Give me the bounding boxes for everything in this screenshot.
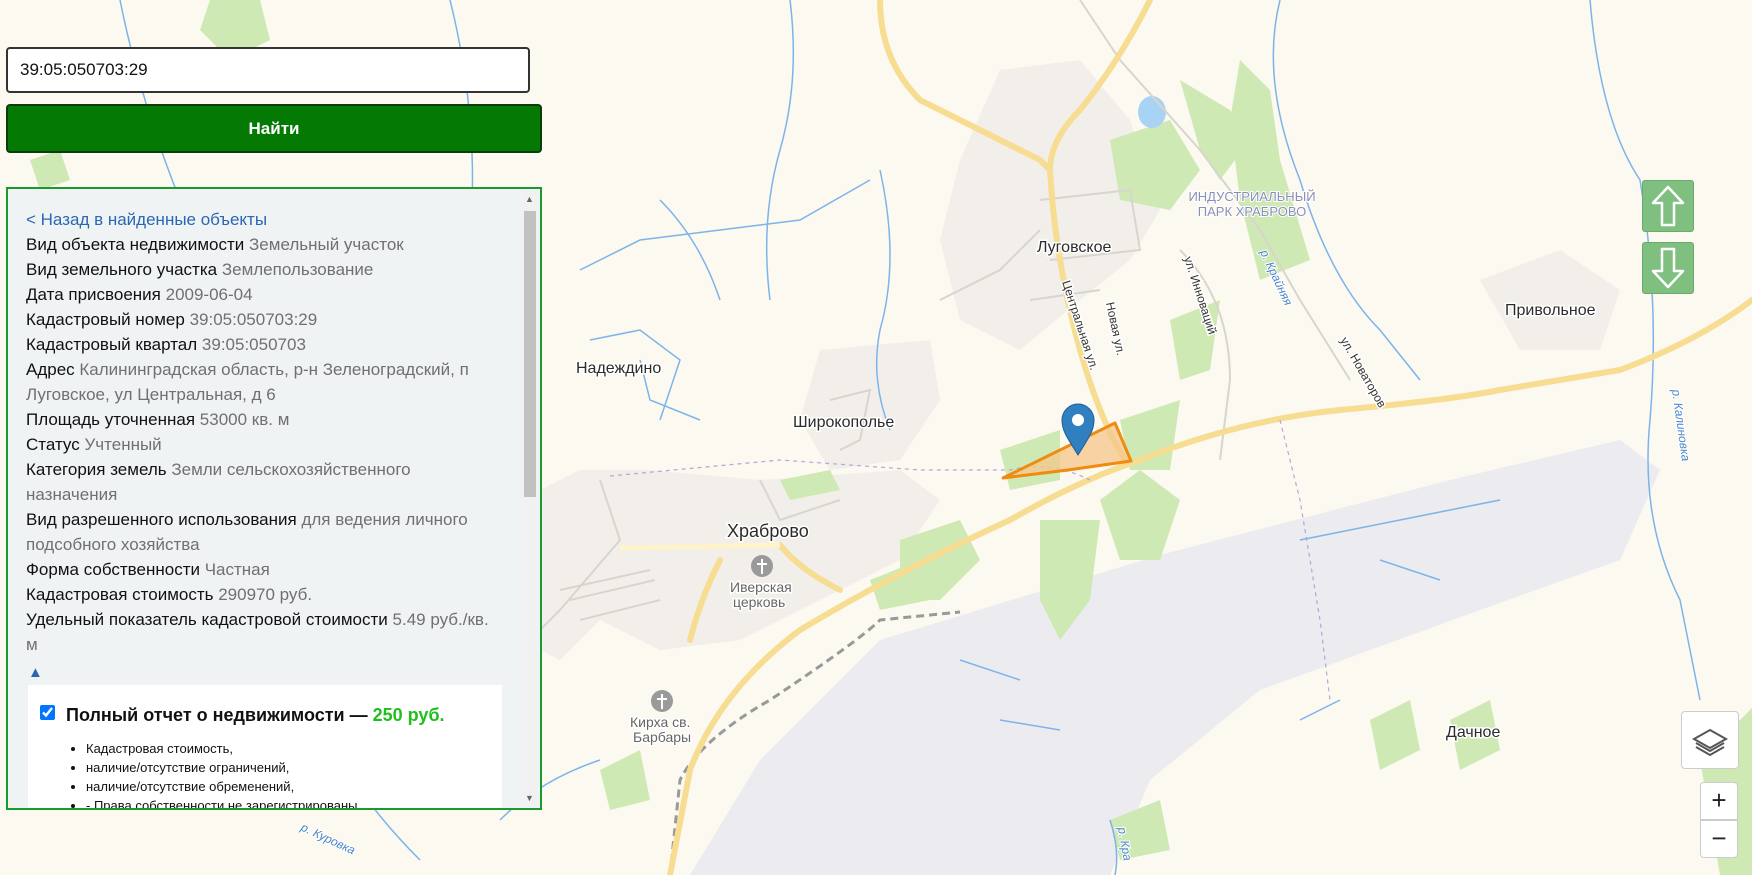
label-industrial-park-line1: ИНДУСТРИАЛЬНЫЙ <box>1188 189 1315 204</box>
report-item: Кадастровая стоимость, <box>86 739 357 758</box>
report-offer: Полный отчет о недвижимости — 250 руб. К… <box>28 685 502 808</box>
prop-cadastral-value: Кадастровая стоимость 290970 руб. <box>26 585 313 604</box>
report-items: Кадастровая стоимость, наличие/отсутстви… <box>70 739 357 808</box>
label-kirkha-line2: Барбары <box>633 729 691 745</box>
prop-cadastral-number: Кадастровый номер 39:05:050703:29 <box>26 310 318 329</box>
prop-land-category: Категория земель Земли сельскохозяйствен… <box>26 460 411 504</box>
label-industrial-park-line2: ПАРК ХРАБРОВО <box>1198 204 1306 219</box>
prop-specific-value: Удельный показатель кадастровой стоимост… <box>26 610 489 654</box>
khrabrovo-street <box>619 542 781 551</box>
info-content: < Назад в найденные объекты Вид объекта … <box>26 207 494 685</box>
label-lugovskoe: Луговское <box>1037 239 1111 256</box>
search-button[interactable]: Найти <box>6 104 542 153</box>
prop-object-type: Вид объекта недвижимости Земельный участ… <box>26 235 404 254</box>
label-kirkha-line1: Кирха св. <box>630 714 690 730</box>
report-checkbox[interactable] <box>40 705 55 720</box>
back-to-results-link[interactable]: < Назад в найденные объекты <box>26 207 494 232</box>
info-scrollbar[interactable]: ▲ ▼ <box>522 191 538 806</box>
report-title: Полный отчет о недвижимости — 250 руб. <box>66 705 445 725</box>
label-iverskaya-line2: церковь <box>733 594 785 610</box>
report-item: наличие/отсутствие ограничений, <box>86 758 357 777</box>
cadastral-search-input[interactable] <box>6 47 530 93</box>
arrow-down-icon <box>1651 247 1685 289</box>
label-privolnoe: Привольное <box>1505 302 1596 319</box>
zoom-out-button[interactable]: − <box>1700 820 1738 858</box>
label-dachnoe: Дачное <box>1446 724 1500 741</box>
pond <box>1138 96 1166 128</box>
label-iverskaya-line1: Иверская <box>730 579 792 595</box>
prop-address: Адрес Калининградская область, р-н Зелен… <box>26 360 469 404</box>
prop-status: Статус Учтенный <box>26 435 162 454</box>
report-price: 250 руб. <box>372 705 445 725</box>
prop-area: Площадь уточненная 53000 кв. м <box>26 410 290 429</box>
prop-ownership: Форма собственности Частная <box>26 560 270 579</box>
report-item: наличие/отсутствие обременений, <box>86 777 357 796</box>
report-item: - Права собственности не зарегистрирован… <box>86 796 357 808</box>
scroll-up-arrow-icon[interactable]: ▲ <box>525 194 534 204</box>
layers-button[interactable] <box>1681 711 1739 769</box>
prop-assigned-date: Дата присвоения 2009-06-04 <box>26 285 253 304</box>
scroll-thumb[interactable] <box>524 211 536 497</box>
layers-icon <box>1691 728 1729 757</box>
church-icon-kirkha <box>651 690 673 712</box>
info-panel[interactable]: < Назад в найденные объекты Вид объекта … <box>6 187 542 810</box>
pan-down-button[interactable] <box>1642 242 1694 294</box>
church-icon-iverskaya <box>751 555 773 577</box>
arrow-up-icon <box>1651 185 1685 227</box>
label-khrabrovo: Храброво <box>727 521 809 541</box>
pan-up-button[interactable] <box>1642 180 1694 232</box>
collapse-up-icon[interactable]: ▲ <box>28 660 494 685</box>
label-shirokopolye: Широкополье <box>793 414 894 431</box>
scroll-down-arrow-icon[interactable]: ▼ <box>525 793 534 803</box>
zoom-in-button[interactable]: + <box>1700 782 1738 820</box>
prop-permitted-use: Вид разрешенного использования для веден… <box>26 510 468 554</box>
prop-cadastral-quarter: Кадастровый квартал 39:05:050703 <box>26 335 306 354</box>
label-nadezhdino: Надеждино <box>576 360 661 377</box>
prop-parcel-type: Вид земельного участка Землепользование <box>26 260 374 279</box>
